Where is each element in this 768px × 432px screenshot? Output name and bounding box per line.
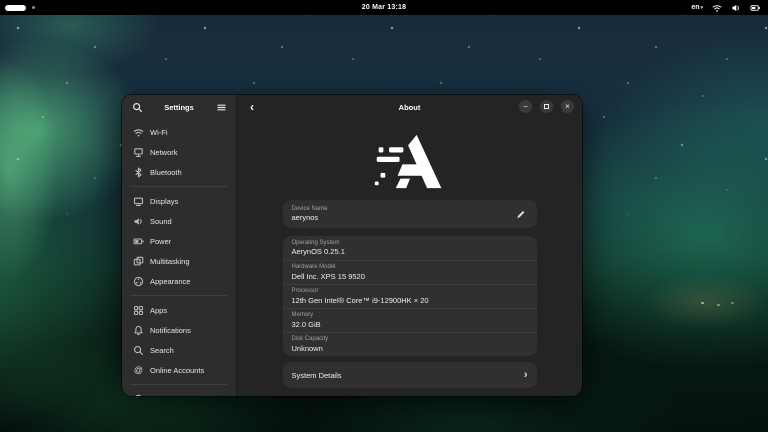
close-button[interactable]: × [561, 100, 574, 113]
sidebar-item-online-accounts[interactable]: @ Online Accounts [127, 360, 231, 380]
wifi-icon[interactable] [712, 3, 722, 13]
displays-icon [133, 196, 144, 207]
sidebar-item-label: Sound [150, 217, 172, 226]
clock[interactable]: 20 Mar 13:18 [0, 4, 768, 11]
sidebar-item-label: Online Accounts [150, 366, 204, 375]
at-icon: @ [133, 365, 144, 376]
info-row-operating-system: Operating System AerynOS 0.25.1 [283, 236, 537, 260]
search-icon [132, 102, 143, 113]
sound-icon [133, 216, 144, 227]
system-info-group: Operating System AerynOS 0.25.1 Hardware… [283, 236, 537, 356]
field-value: AerynOS 0.25.1 [292, 247, 528, 256]
shore-light [701, 302, 704, 304]
network-icon [133, 147, 144, 158]
info-row-hardware-model: Hardware Model Dell Inc. XPS 15 9520 [283, 260, 537, 284]
field-value: 12th Gen Intel® Core™ i9-12900HK × 20 [292, 296, 528, 305]
maximize-button[interactable] [540, 100, 553, 113]
apps-grid-icon [133, 305, 144, 316]
aerynos-logo [367, 133, 453, 190]
volume-icon[interactable] [731, 3, 741, 13]
field-label: Hardware Model [292, 264, 528, 270]
chevron-right-icon: › [524, 370, 528, 381]
hamburger-menu-icon [216, 102, 227, 113]
minimize-button[interactable]: − [519, 100, 532, 113]
sidebar-divider [130, 295, 228, 296]
sidebar-item-label: Multitasking [150, 257, 190, 266]
desktop: 20 Mar 13:18 en ▾ Settings [0, 0, 768, 432]
sidebar-divider [130, 384, 228, 385]
pencil-icon [516, 209, 526, 219]
power-icon [133, 236, 144, 247]
mouse-icon [133, 394, 144, 397]
wifi-icon [133, 127, 144, 138]
sidebar-item-power[interactable]: Power [127, 231, 231, 251]
sidebar-item-appearance[interactable]: Appearance [127, 271, 231, 291]
search-icon [133, 345, 144, 356]
info-row-disk-capacity: Disk Capacity Unknown [283, 332, 537, 356]
sidebar-item-network[interactable]: Network [127, 142, 231, 162]
back-button[interactable]: ‹ [243, 97, 261, 117]
sidebar-item-label: Appearance [150, 277, 190, 286]
bell-icon [133, 325, 144, 336]
info-row-memory: Memory 32.0 GiB [283, 308, 537, 332]
sidebar-item-label: Network [150, 148, 178, 157]
window-controls: − × [519, 100, 574, 113]
field-value: aerynos [292, 213, 514, 222]
info-row-processor: Processor 12th Gen Intel® Core™ i9-12900… [283, 284, 537, 308]
field-label: Operating System [292, 240, 528, 246]
sidebar-item-label: Apps [150, 306, 167, 315]
shore-light [717, 304, 720, 306]
field-label: Memory [292, 312, 528, 318]
about-content: Device Name aerynos Operating System Aer… [237, 119, 582, 396]
sidebar-item-multitasking[interactable]: Multitasking [127, 251, 231, 271]
battery-icon[interactable] [750, 3, 761, 13]
sidebar-item-label: Displays [150, 197, 178, 206]
multitasking-icon [133, 256, 144, 267]
sidebar-item-label: Wi-Fi [150, 128, 168, 137]
field-value: Dell Inc. XPS 15 9520 [292, 272, 528, 281]
sidebar-list: Wi-Fi Network Bluetooth Displays So [122, 119, 236, 396]
keyboard-layout-indicator[interactable]: en ▾ [691, 4, 703, 11]
sidebar-item-bluetooth[interactable]: Bluetooth [127, 162, 231, 182]
system-details-label: System Details [292, 371, 524, 380]
sidebar-item-label: Bluetooth [150, 168, 182, 177]
bluetooth-icon [133, 167, 144, 178]
search-button[interactable] [130, 100, 144, 114]
sidebar-item-notifications[interactable]: Notifications [127, 320, 231, 340]
about-pane: ‹ About − × [237, 95, 582, 396]
sidebar-item-wifi[interactable]: Wi-Fi [127, 122, 231, 142]
device-name-row[interactable]: Device Name aerynos [283, 200, 537, 228]
shore-light [731, 302, 734, 304]
system-tray[interactable]: en ▾ [691, 0, 761, 15]
appearance-icon [133, 276, 144, 287]
system-details-row[interactable]: System Details › [283, 362, 537, 388]
sidebar-item-search[interactable]: Search [127, 340, 231, 360]
sidebar-item-sound[interactable]: Sound [127, 211, 231, 231]
sidebar-item-label: Power [150, 237, 171, 246]
sidebar-divider [130, 186, 228, 187]
field-label: Processor [292, 288, 528, 294]
maximize-icon [544, 104, 549, 109]
about-headerbar: ‹ About − × [237, 95, 582, 119]
sidebar-item-mouse-touchpad[interactable]: Mouse & Touchpad [127, 389, 231, 396]
sidebar-item-label: Search [150, 346, 174, 355]
sidebar-title: Settings [144, 103, 214, 112]
sidebar-item-label: Mouse & Touchpad [150, 395, 214, 397]
field-value: Unknown [292, 344, 528, 353]
settings-window: Settings Wi-Fi Network Bluetooth [122, 95, 582, 396]
field-label: Device Name [292, 206, 514, 212]
sidebar-header: Settings [122, 95, 236, 119]
sidebar-item-displays[interactable]: Displays [127, 191, 231, 211]
device-name-field: Device Name aerynos [292, 206, 514, 223]
field-value: 32.0 GiB [292, 320, 528, 329]
field-label: Disk Capacity [292, 336, 528, 342]
gnome-top-bar: 20 Mar 13:18 en ▾ [0, 0, 768, 15]
sidebar-item-label: Notifications [150, 326, 191, 335]
keyboard-layout-label: en [691, 4, 699, 11]
settings-sidebar: Settings Wi-Fi Network Bluetooth [122, 95, 237, 396]
edit-device-name-button[interactable] [514, 207, 528, 221]
sidebar-item-apps[interactable]: Apps [127, 300, 231, 320]
main-menu-button[interactable] [214, 100, 228, 114]
chevron-down-icon: ▾ [700, 5, 703, 11]
